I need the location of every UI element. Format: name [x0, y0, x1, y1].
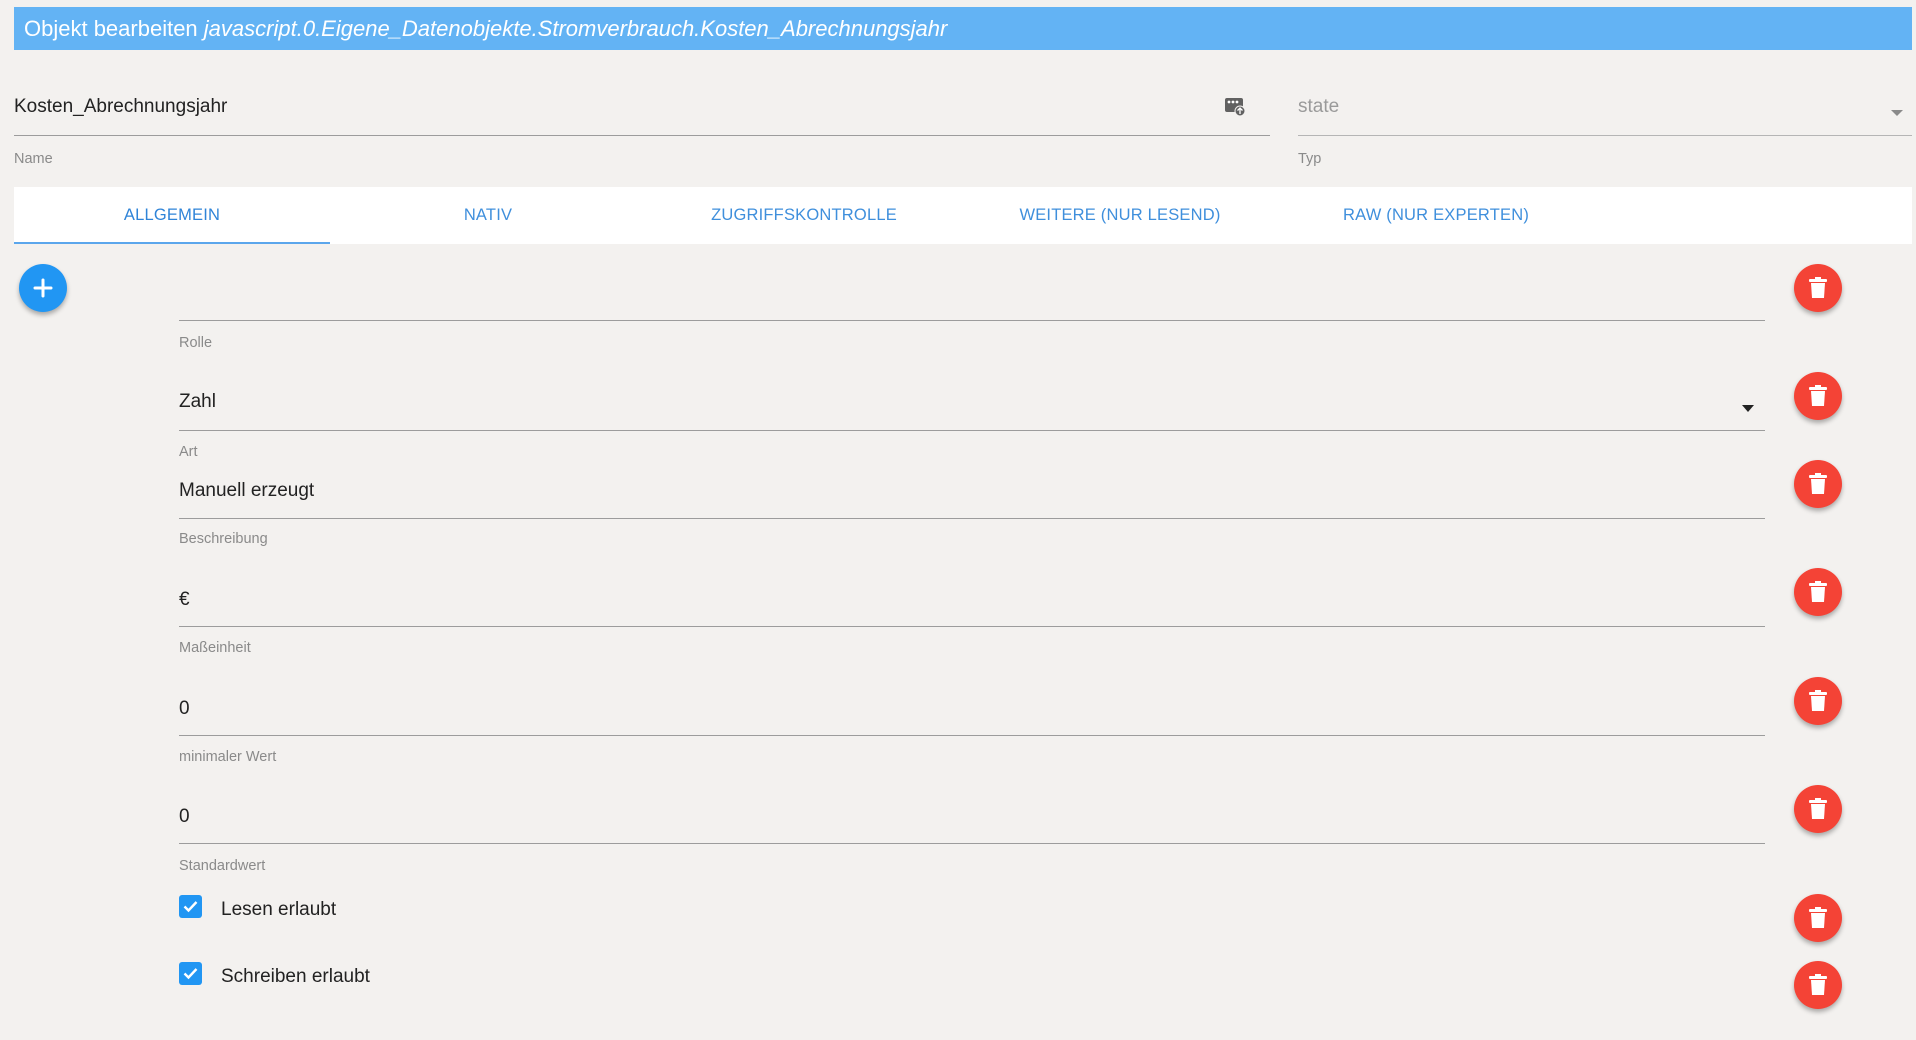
- type-underline: [1298, 135, 1912, 136]
- unit-input[interactable]: €: [179, 575, 1765, 627]
- description-underline: [179, 518, 1765, 519]
- tab-raw[interactable]: RAW (NUR EXPERTEN): [1278, 187, 1594, 244]
- min-underline: [179, 735, 1765, 736]
- unit-label: Maßeinheit: [179, 640, 251, 656]
- write-allowed-checkbox[interactable]: [179, 962, 202, 985]
- delete-default-button[interactable]: [1794, 785, 1842, 833]
- plus-icon: [33, 278, 53, 298]
- name-label: Name: [14, 151, 53, 167]
- caret-down-icon[interactable]: [1890, 104, 1904, 116]
- delete-role-button[interactable]: [1794, 264, 1842, 312]
- type-label: Typ: [1298, 151, 1322, 167]
- trash-icon: [1809, 690, 1827, 712]
- kind-select[interactable]: Zahl: [179, 385, 1765, 431]
- kind-value[interactable]: Zahl: [179, 391, 216, 413]
- min-label: minimaler Wert: [179, 749, 277, 765]
- trash-icon: [1809, 798, 1827, 820]
- name-underline: [14, 135, 1270, 136]
- image-upload-icon[interactable]: [1224, 95, 1246, 117]
- tab-allgemein[interactable]: ALLGEMEIN: [14, 187, 330, 244]
- name-field[interactable]: Kosten_Abrechnungsjahr: [14, 86, 1270, 138]
- trash-icon: [1809, 277, 1827, 299]
- tab-zugriffskontrolle[interactable]: ZUGRIFFSKONTROLLE: [646, 187, 962, 244]
- delete-write-button[interactable]: [1794, 961, 1842, 1009]
- default-value[interactable]: 0: [179, 806, 190, 828]
- min-input[interactable]: 0: [179, 684, 1765, 736]
- tab-weitere[interactable]: WEITERE (NUR LESEND): [962, 187, 1278, 244]
- role-underline: [179, 320, 1765, 321]
- type-select[interactable]: state: [1298, 86, 1912, 138]
- name-input[interactable]: Kosten_Abrechnungsjahr: [14, 96, 227, 118]
- check-icon: [182, 965, 199, 982]
- delete-unit-button[interactable]: [1794, 568, 1842, 616]
- dialog-title: Objekt bearbeiten javascript.0.Eigene_Da…: [14, 7, 1912, 50]
- write-allowed-label[interactable]: Schreiben erlaubt: [221, 966, 370, 988]
- default-input[interactable]: 0: [179, 792, 1765, 844]
- dialog-title-prefix: Objekt bearbeiten: [24, 16, 198, 41]
- tab-nativ[interactable]: NATIV: [330, 187, 646, 244]
- kind-underline: [179, 430, 1765, 431]
- description-input[interactable]: Manuell erzeugt: [179, 475, 1765, 519]
- trash-icon: [1809, 385, 1827, 407]
- trash-icon: [1809, 473, 1827, 495]
- description-label: Beschreibung: [179, 531, 268, 547]
- role-input[interactable]: [179, 270, 1765, 321]
- caret-down-icon[interactable]: [1742, 399, 1754, 412]
- unit-underline: [179, 626, 1765, 627]
- delete-kind-button[interactable]: [1794, 372, 1842, 420]
- tab-bar: ALLGEMEIN NATIV ZUGRIFFSKONTROLLE WEITER…: [14, 187, 1912, 244]
- delete-read-button[interactable]: [1794, 894, 1842, 942]
- min-value[interactable]: 0: [179, 698, 190, 720]
- description-value[interactable]: Manuell erzeugt: [179, 480, 314, 502]
- default-label: Standardwert: [179, 858, 266, 874]
- kind-label: Art: [179, 444, 198, 460]
- delete-min-button[interactable]: [1794, 677, 1842, 725]
- trash-icon: [1809, 581, 1827, 603]
- read-allowed-label[interactable]: Lesen erlaubt: [221, 899, 336, 921]
- default-underline: [179, 843, 1765, 844]
- unit-value[interactable]: €: [179, 589, 190, 611]
- type-value[interactable]: state: [1298, 96, 1339, 118]
- dialog-object-id: javascript.0.Eigene_Datenobjekte.Stromve…: [203, 16, 948, 41]
- trash-icon: [1809, 974, 1827, 996]
- check-icon: [182, 898, 199, 915]
- role-label: Rolle: [179, 335, 213, 351]
- delete-description-button[interactable]: [1794, 460, 1842, 508]
- trash-icon: [1809, 907, 1827, 929]
- add-property-button[interactable]: [19, 264, 67, 312]
- read-allowed-checkbox[interactable]: [179, 895, 202, 918]
